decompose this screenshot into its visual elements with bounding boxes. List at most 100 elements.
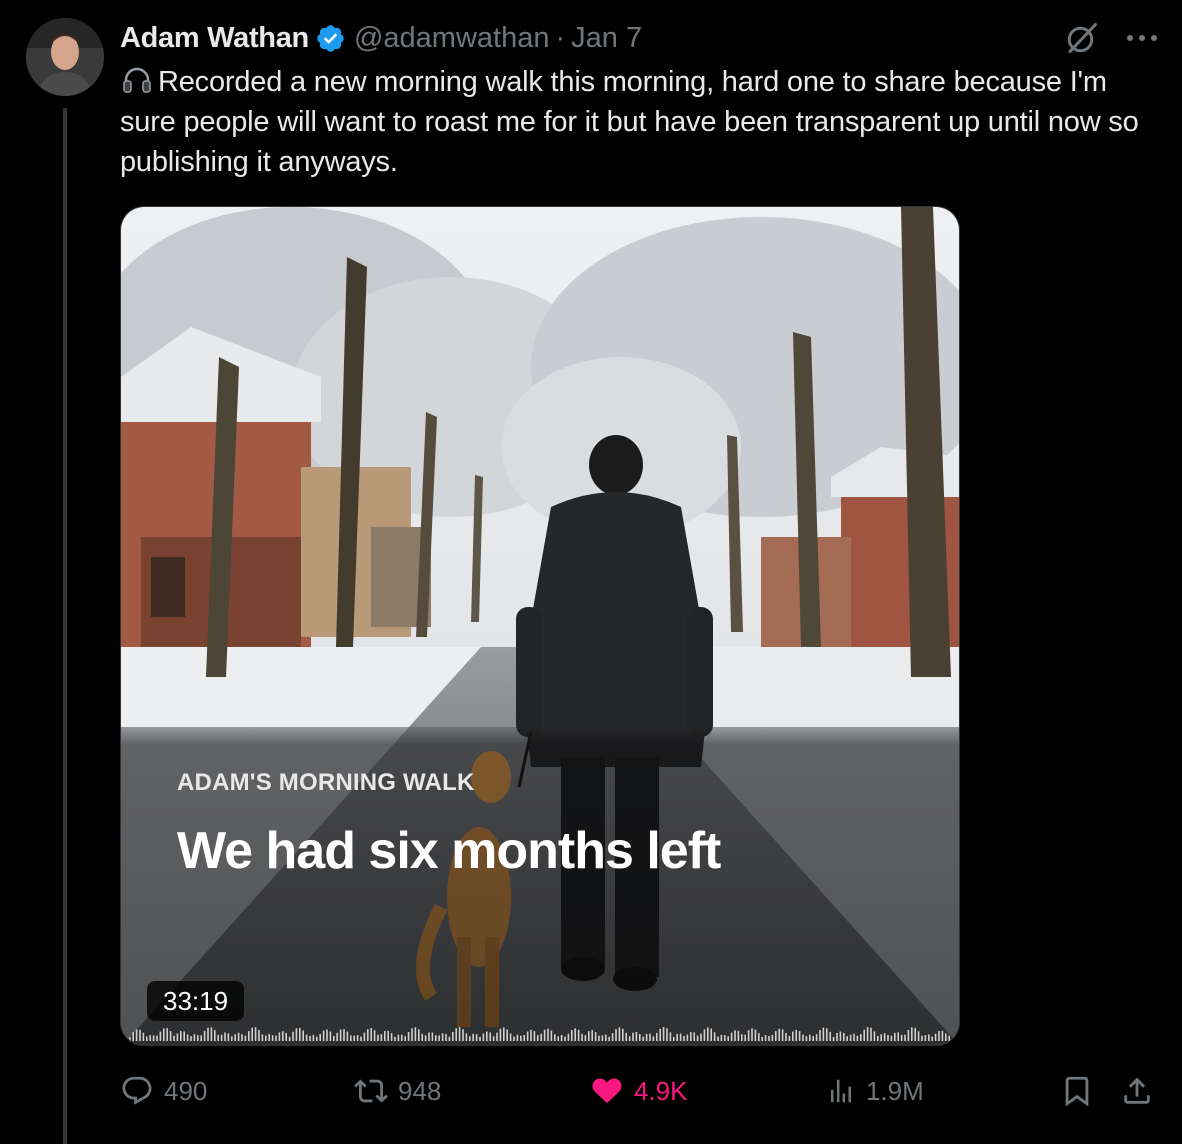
waveform-bar [336, 1032, 338, 1041]
waveform-bar [914, 1027, 916, 1041]
waveform-bar [591, 1030, 593, 1041]
waveform-bar [870, 1027, 872, 1041]
waveform-bar [863, 1029, 865, 1041]
waveform-bar [945, 1033, 947, 1041]
waveform-bar [938, 1030, 940, 1041]
waveform-bar [265, 1035, 267, 1041]
waveform-bar [605, 1034, 607, 1041]
waveform-bar [700, 1033, 702, 1041]
author-handle[interactable]: @adamwathan [354, 22, 550, 55]
waveform-bar [431, 1032, 434, 1041]
waveform-bar [635, 1031, 638, 1041]
waveform-bar [737, 1030, 740, 1041]
waveform-bar [244, 1035, 247, 1041]
waveform-bar [343, 1029, 345, 1041]
more-icon[interactable] [1126, 33, 1158, 43]
waveform-bar [710, 1028, 712, 1041]
waveform-bar [384, 1030, 386, 1041]
bookmark-button[interactable] [1060, 1068, 1094, 1114]
waveform-bar [231, 1036, 233, 1041]
waveform-bar [319, 1033, 321, 1041]
waveform-bar [370, 1028, 372, 1041]
waveform-bar [299, 1027, 301, 1041]
waveform-bar [421, 1033, 423, 1041]
views-chart-icon [831, 1079, 851, 1103]
waveform-bar [819, 1030, 821, 1041]
waveform-bar [839, 1031, 842, 1041]
waveform-bar [465, 1033, 468, 1041]
waveform-bar [866, 1027, 869, 1041]
waveform-bar [574, 1028, 576, 1041]
waveform-bar [268, 1033, 270, 1041]
waveform-bar [795, 1029, 797, 1041]
audio-waveform[interactable] [129, 1025, 953, 1041]
waveform-bar [632, 1032, 634, 1041]
waveform-bar [475, 1034, 478, 1041]
share-icon [1124, 1077, 1150, 1104]
waveform-bar [832, 1036, 835, 1041]
waveform-bar [278, 1032, 281, 1041]
waveform-bar [778, 1028, 780, 1041]
waveform-bar [860, 1034, 862, 1041]
repost-button[interactable]: 948 [354, 1068, 441, 1114]
waveform-bar [785, 1032, 787, 1041]
waveform-bar [186, 1034, 189, 1041]
waveform-bar [316, 1036, 318, 1041]
waveform-bar [928, 1034, 930, 1041]
waveform-bar [530, 1029, 532, 1041]
waveform-bar [169, 1030, 172, 1041]
like-button[interactable]: 4.9K [590, 1068, 688, 1114]
waveform-bar [741, 1034, 743, 1041]
waveform-bar [129, 1037, 131, 1041]
repost-count: 948 [398, 1075, 442, 1106]
media-thumbnail [121, 207, 959, 1045]
waveform-bar [894, 1032, 896, 1041]
waveform-bar [904, 1034, 906, 1041]
waveform-bar [322, 1030, 325, 1041]
tweet-text: Recorded a new morning walk this morning… [120, 62, 1160, 182]
author-name[interactable]: Adam Wathan [120, 22, 309, 55]
audio-media-card[interactable]: ADAM'S MORNING WALK We had six months le… [120, 206, 960, 1046]
waveform-bar [707, 1027, 709, 1041]
waveform-bar [649, 1033, 651, 1041]
waveform-bar [214, 1030, 216, 1041]
waveform-bar [608, 1036, 610, 1041]
waveform-bar [856, 1035, 859, 1041]
waveform-bar [387, 1030, 389, 1041]
waveform-bar [339, 1029, 342, 1041]
waveform-bar [567, 1033, 570, 1041]
waveform-bar [747, 1030, 750, 1041]
header-icons [1064, 16, 1158, 60]
waveform-bar [798, 1031, 801, 1041]
views-button[interactable]: 1.9M [826, 1068, 924, 1114]
waveform-bar [197, 1035, 199, 1041]
waveform-bar [200, 1035, 202, 1041]
waveform-bar [139, 1029, 141, 1041]
waveform-bar [305, 1034, 308, 1041]
waveform-bar [258, 1029, 260, 1041]
waveform-bar [251, 1027, 253, 1041]
avatar[interactable] [26, 18, 104, 96]
waveform-bar [173, 1035, 175, 1041]
reply-button[interactable]: 490 [120, 1068, 207, 1114]
grok-slash-icon[interactable] [1064, 20, 1100, 56]
waveform-bar [397, 1034, 400, 1041]
waveform-bar [836, 1033, 838, 1041]
waveform-bar [550, 1030, 553, 1041]
series-label: ADAM'S MORNING WALK [177, 769, 475, 796]
waveform-bar [210, 1027, 213, 1041]
waveform-bar [438, 1035, 440, 1041]
share-button[interactable] [1120, 1068, 1154, 1114]
waveform-bar [686, 1034, 689, 1041]
waveform-bar [404, 1036, 406, 1041]
waveform-bar [271, 1035, 274, 1041]
waveform-bar [220, 1034, 223, 1041]
waveform-bar [792, 1031, 794, 1041]
waveform-bar [254, 1027, 257, 1041]
post-date[interactable]: Jan 7 [571, 22, 642, 55]
waveform-bar [452, 1032, 454, 1041]
waveform-bar [401, 1034, 403, 1041]
waveform-bar [900, 1034, 903, 1041]
reply-icon [122, 1076, 152, 1105]
waveform-bar [564, 1036, 566, 1041]
